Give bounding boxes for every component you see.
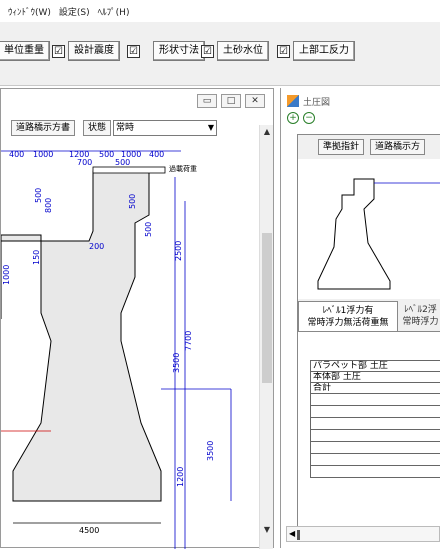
chevron-down-icon: ▼ — [207, 123, 215, 132]
dim-500-vertical: 500 — [34, 188, 43, 203]
earth-pressure-shape — [298, 159, 440, 299]
tab-level1-buoyancy[interactable]: ﾚﾍﾞﾙ1浮力有 常時浮力無活荷重無 — [298, 301, 398, 331]
minimize-icon[interactable]: ▭ — [197, 94, 217, 108]
state-label: 状態 — [83, 120, 112, 136]
tab-level2-buoyancy[interactable]: ﾚﾍﾞﾙ2浮 常時浮力 — [398, 301, 440, 331]
dim-150: 150 — [32, 250, 41, 265]
tab-level1-line1: ﾚﾍﾞﾙ1浮力有 — [322, 306, 374, 316]
dim-500-sub: 500 — [115, 158, 130, 167]
dim-4500: 4500 — [79, 526, 99, 535]
earth-pressure-table-area: パラペット部 土圧 本体部 土圧 合計 — [298, 331, 440, 535]
tab-level1-line2: 常時浮力無活荷重無 — [307, 318, 389, 328]
abutment-body-shape — [1, 170, 162, 502]
zoom-in-icon[interactable]: + — [287, 112, 299, 124]
tab-level2-line1: ﾚﾍﾞﾙ2浮 — [404, 305, 437, 315]
maximize-icon[interactable]: □ — [221, 94, 241, 108]
main-drawing-window: ▭ □ ✕ 道路橋示方書 状態 常時 ▼ 400 1000 1200 700 5… — [0, 88, 274, 549]
dim-1000-left-vertical: 1000 — [2, 265, 11, 285]
dim-3500-inner: 3500 — [172, 353, 181, 373]
spec-button[interactable]: 道路橋示方書 — [11, 120, 76, 136]
toolbar-group-reaction: ☑ 上部工反力 — [277, 40, 355, 62]
seismic-checkbox[interactable]: ☑ — [127, 44, 140, 58]
table-row — [310, 454, 440, 466]
dim-1000-right: 1000 — [121, 150, 141, 159]
surcharge-load-label: 過載荷重 — [169, 164, 197, 173]
earth-pressure-window: 土圧図 + − 準拠指針 道路橋示方 ﾚﾍﾞﾙ1浮力有 常時浮力無活荷重無 ﾚﾍ… — [280, 88, 440, 548]
menu-bar: ｳｨﾝﾄﾞｳ(W) 設定(S) ﾍﾙﾌﾟ(H) — [0, 0, 440, 22]
dim-400-right: 400 — [149, 150, 164, 159]
dim-500-top: 500 — [99, 150, 114, 159]
dim-500-right-b: 500 — [144, 222, 153, 237]
tab-level2-line2: 常時浮力 — [402, 317, 439, 327]
table-row — [310, 406, 440, 418]
earth-pressure-table: パラペット部 土圧 本体部 土圧 合計 — [310, 360, 440, 478]
table-row — [310, 394, 440, 406]
table-row: パラペット部 土圧 — [310, 361, 440, 372]
menu-window[interactable]: ｳｨﾝﾄﾞｳ(W) — [8, 5, 51, 18]
dim-1000-left: 1000 — [33, 150, 53, 159]
earth-pressure-title: 土圧図 — [303, 97, 331, 108]
scroll-down-icon[interactable]: ▼ — [260, 523, 274, 537]
dim-2500: 2500 — [174, 241, 183, 261]
hscroll-thumb[interactable] — [297, 530, 300, 540]
mini-abutment-outline — [317, 178, 391, 290]
scrollbar-thumb[interactable] — [262, 233, 272, 383]
standard-guideline-button[interactable]: 準拠指針 — [318, 139, 365, 155]
table-row — [310, 466, 440, 478]
water-level-checkbox[interactable]: ☑ — [277, 44, 290, 58]
menu-settings[interactable]: 設定(S) — [59, 5, 90, 18]
toolbar-group-shape: ☑ 形状寸法 — [127, 40, 205, 62]
unit-weight-button[interactable]: 単位重量 — [0, 41, 50, 61]
table-row — [310, 442, 440, 454]
zoom-controls: + − — [287, 112, 315, 124]
toolbar-group-water-level: ☑ 土砂水位 — [201, 40, 269, 62]
shape-checkbox[interactable]: ☑ — [201, 44, 214, 58]
menu-help[interactable]: ﾍﾙﾌﾟ(H) — [98, 5, 130, 18]
zoom-out-icon[interactable]: − — [303, 112, 315, 124]
dim-400-left: 400 — [9, 150, 24, 159]
earth-pressure-panel: 準拠指針 道路橋示方 ﾚﾍﾞﾙ1浮力有 常時浮力無活荷重無 ﾚﾍﾞﾙ2浮 常時浮… — [297, 134, 440, 535]
state-select-value: 常時 — [116, 123, 135, 133]
seismic-coefficient-button[interactable]: 設計震度 — [68, 41, 120, 61]
table-row: 合計 — [310, 383, 440, 394]
superstructure-reaction-button[interactable]: 上部工反力 — [293, 41, 355, 61]
toolbar-group-unit-weight: 単位重量 — [0, 40, 50, 62]
soil-water-level-button[interactable]: 土砂水位 — [217, 41, 269, 61]
app-icon — [287, 95, 299, 107]
dim-3500-outer: 3500 — [206, 441, 215, 461]
main-window-titlebar: ▭ □ ✕ — [1, 89, 273, 113]
drawing-options-bar: 道路橋示方書 状態 常時 ▼ — [1, 119, 218, 137]
dim-7700: 7700 — [184, 331, 193, 351]
dim-700: 700 — [77, 158, 92, 167]
dim-1200-vertical: 1200 — [176, 467, 185, 487]
abutment-drawing: 400 1000 1200 700 500 500 1000 400 過載荷重 … — [1, 150, 232, 549]
right-horizontal-scrollbar[interactable]: ◀ — [286, 526, 440, 542]
main-vertical-scrollbar[interactable]: ▲ ▼ — [259, 125, 273, 549]
table-row: 本体部 土圧 — [310, 372, 440, 383]
toolbar: 単位重量 ☑ 設計震度 ☑ 形状寸法 ☑ 土砂水位 ☑ 上部工反力 — [0, 22, 440, 86]
shape-dimensions-button[interactable]: 形状寸法 — [153, 41, 205, 61]
surcharge-load-strip — [92, 166, 166, 174]
scroll-up-icon[interactable]: ▲ — [260, 125, 274, 139]
dim-500-right-a: 500 — [128, 194, 137, 209]
close-icon[interactable]: ✕ — [245, 94, 265, 108]
table-row — [310, 430, 440, 442]
unit-weight-checkbox[interactable]: ☑ — [52, 44, 65, 58]
scroll-left-icon[interactable]: ◀ — [289, 529, 295, 538]
toolbar-group-seismic: ☑ 設計震度 — [52, 40, 120, 62]
dim-800-vertical: 800 — [44, 198, 53, 213]
road-bridge-spec-button[interactable]: 道路橋示方 — [370, 139, 426, 155]
earth-pressure-button-row: 準拠指針 道路橋示方 — [298, 139, 426, 155]
dim-200: 200 — [89, 242, 104, 251]
state-select[interactable]: 常時 ▼ — [113, 120, 218, 136]
earth-pressure-titlebar: 土圧図 — [287, 94, 330, 108]
load-case-tabs: ﾚﾍﾞﾙ1浮力有 常時浮力無活荷重無 ﾚﾍﾞﾙ2浮 常時浮力 — [298, 301, 440, 331]
table-row — [310, 418, 440, 430]
